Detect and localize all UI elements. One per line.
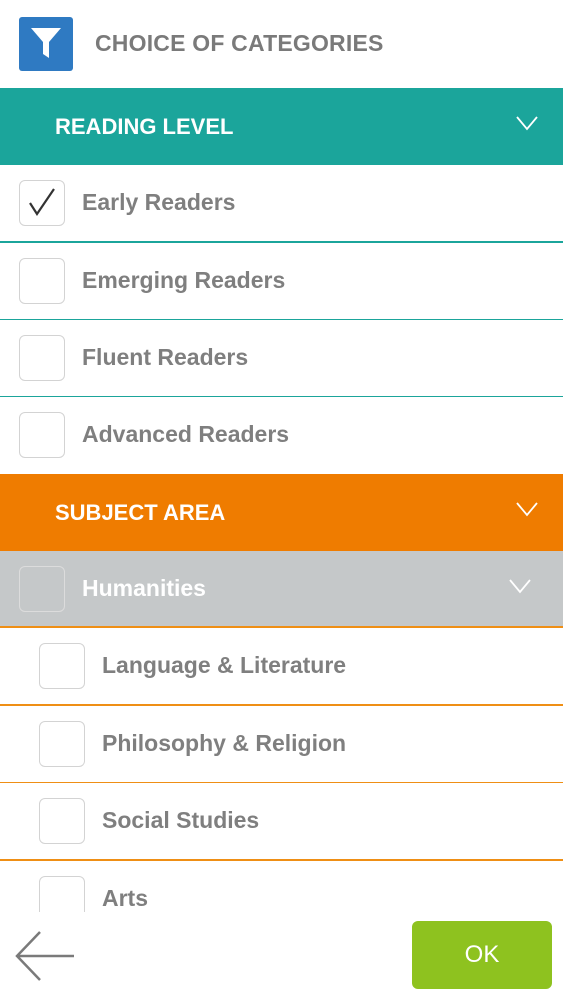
reading-level-item-label: Fluent Readers xyxy=(82,344,249,370)
subject-group-humanities[interactable]: Humanities xyxy=(0,551,563,628)
reading-level-item-advanced[interactable]: Advanced Readers xyxy=(0,397,563,473)
page-title: CHOICE OF CATEGORIES xyxy=(95,30,384,56)
checkbox[interactable] xyxy=(39,798,85,844)
reading-level-item-fluent[interactable]: Fluent Readers xyxy=(0,320,563,398)
header: CHOICE OF CATEGORIES xyxy=(0,0,563,88)
reading-level-item-emerging[interactable]: Emerging Readers xyxy=(0,243,563,321)
checkbox[interactable] xyxy=(19,566,65,612)
section-reading-level-label: READING LEVEL xyxy=(55,113,234,139)
checkbox[interactable] xyxy=(19,412,65,458)
section-subject-area-label: SUBJECT AREA xyxy=(55,499,226,525)
subject-group-label: Humanities xyxy=(82,575,206,601)
section-reading-level[interactable]: READING LEVEL xyxy=(0,88,563,165)
subject-item-social-studies[interactable]: Social Studies xyxy=(0,783,563,861)
reading-level-item-early[interactable]: Early Readers xyxy=(0,165,563,243)
checkbox[interactable] xyxy=(19,258,65,304)
chevron-down-icon[interactable] xyxy=(509,578,531,599)
reading-level-item-label: Advanced Readers xyxy=(82,421,290,447)
chevron-down-icon xyxy=(516,501,538,522)
section-subject-area[interactable]: SUBJECT AREA xyxy=(0,474,563,551)
chevron-down-icon xyxy=(516,115,538,136)
checkbox[interactable] xyxy=(19,180,65,226)
subject-item-label: Language & Literature xyxy=(102,652,347,678)
back-arrow-icon[interactable] xyxy=(14,928,76,989)
checkbox[interactable] xyxy=(39,721,85,767)
filter-icon[interactable] xyxy=(19,17,73,71)
footer: OK xyxy=(0,912,563,1000)
checkbox[interactable] xyxy=(19,335,65,381)
subject-item-label: Philosophy & Religion xyxy=(102,730,347,756)
reading-level-item-label: Emerging Readers xyxy=(82,267,286,293)
subject-item-language-literature[interactable]: Language & Literature xyxy=(0,628,563,706)
subject-item-philosophy-religion[interactable]: Philosophy & Religion xyxy=(0,706,563,784)
subject-item-label: Social Studies xyxy=(102,807,260,833)
checkbox[interactable] xyxy=(39,643,85,689)
subject-item-label: Arts xyxy=(102,885,149,911)
ok-button[interactable]: OK xyxy=(412,921,552,989)
reading-level-item-label: Early Readers xyxy=(82,189,236,215)
